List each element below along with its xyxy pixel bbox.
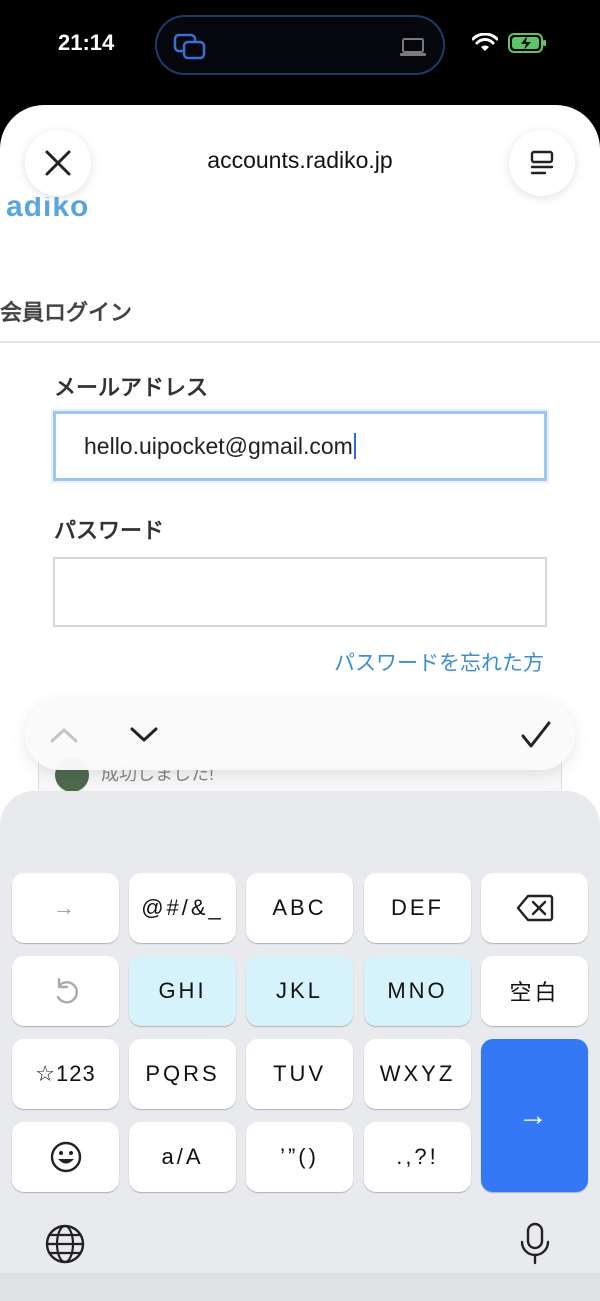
- radiko-logo: adiko: [6, 197, 90, 223]
- key-case-toggle[interactable]: a/A: [129, 1122, 236, 1192]
- key-space[interactable]: 空白: [481, 956, 588, 1026]
- status-icons: [472, 33, 548, 53]
- laptop-icon: [400, 38, 426, 56]
- chevron-up-icon: [50, 728, 78, 743]
- password-label: パスワード: [54, 518, 165, 543]
- undo-icon: [56, 977, 78, 1004]
- email-value: hello.uipocket@gmail.com: [84, 432, 353, 459]
- email-label: メールアドレス: [54, 375, 209, 400]
- key-delete[interactable]: [481, 873, 588, 943]
- done-button[interactable]: [515, 714, 557, 756]
- globe-button[interactable]: [42, 1221, 88, 1267]
- email-field[interactable]: hello.uipocket@gmail.com: [53, 411, 547, 481]
- screen-mirror-icon: [173, 33, 206, 60]
- key-undo[interactable]: [12, 956, 119, 1026]
- key-def[interactable]: DEF: [364, 873, 471, 943]
- globe-icon: [45, 1224, 85, 1264]
- forgot-password-link[interactable]: パスワードを忘れた方: [334, 647, 544, 677]
- key-punctuation[interactable]: .,?!: [364, 1122, 471, 1192]
- menu-button[interactable]: [509, 130, 575, 196]
- microphone-icon: [520, 1222, 550, 1265]
- home-indicator-area: [0, 1273, 600, 1301]
- dictation-button[interactable]: [512, 1221, 558, 1267]
- key-return[interactable]: →: [481, 1039, 588, 1192]
- previous-field-button[interactable]: [43, 714, 85, 756]
- checkmark-icon: [521, 721, 551, 748]
- key-jkl[interactable]: JKL: [246, 956, 353, 1026]
- menu-icon: [530, 150, 554, 175]
- key-symbols[interactable]: @#/&_: [129, 873, 236, 943]
- key-emoji[interactable]: [12, 1122, 119, 1192]
- keyboard: → @#/&_ ABC DEF GHI JKL MNO 空白 ☆123 PQRS…: [0, 791, 600, 1301]
- key-ghi[interactable]: GHI: [129, 956, 236, 1026]
- section-title: 会員ログイン: [0, 300, 133, 325]
- key-numbers[interactable]: ☆123: [12, 1039, 119, 1109]
- browser-sheet: accounts.radiko.jp adiko 会員ログイン メールアドレス …: [0, 105, 600, 1301]
- chevron-down-icon: [130, 727, 158, 742]
- key-tuv[interactable]: TUV: [246, 1039, 353, 1109]
- dynamic-island: [155, 15, 445, 75]
- browser-header: accounts.radiko.jp: [0, 105, 600, 215]
- next-field-button[interactable]: [123, 714, 165, 756]
- emoji-icon: [50, 1141, 81, 1173]
- key-next-arrow[interactable]: →: [12, 873, 119, 943]
- delete-icon: [516, 894, 553, 922]
- key-quotes[interactable]: ’”(): [246, 1122, 353, 1192]
- key-abc[interactable]: ABC: [246, 873, 353, 943]
- key-wxyz[interactable]: WXYZ: [364, 1039, 471, 1109]
- status-time: 21:14: [58, 30, 115, 55]
- battery-icon: [508, 33, 546, 53]
- key-mno[interactable]: MNO: [364, 956, 471, 1026]
- divider: [0, 341, 600, 343]
- key-pqrs[interactable]: PQRS: [129, 1039, 236, 1109]
- text-caret: [353, 433, 356, 459]
- keyboard-accessory-bar: [25, 700, 575, 770]
- status-bar: 21:14: [0, 0, 600, 100]
- wifi-icon: [472, 33, 498, 51]
- password-field[interactable]: [53, 557, 547, 627]
